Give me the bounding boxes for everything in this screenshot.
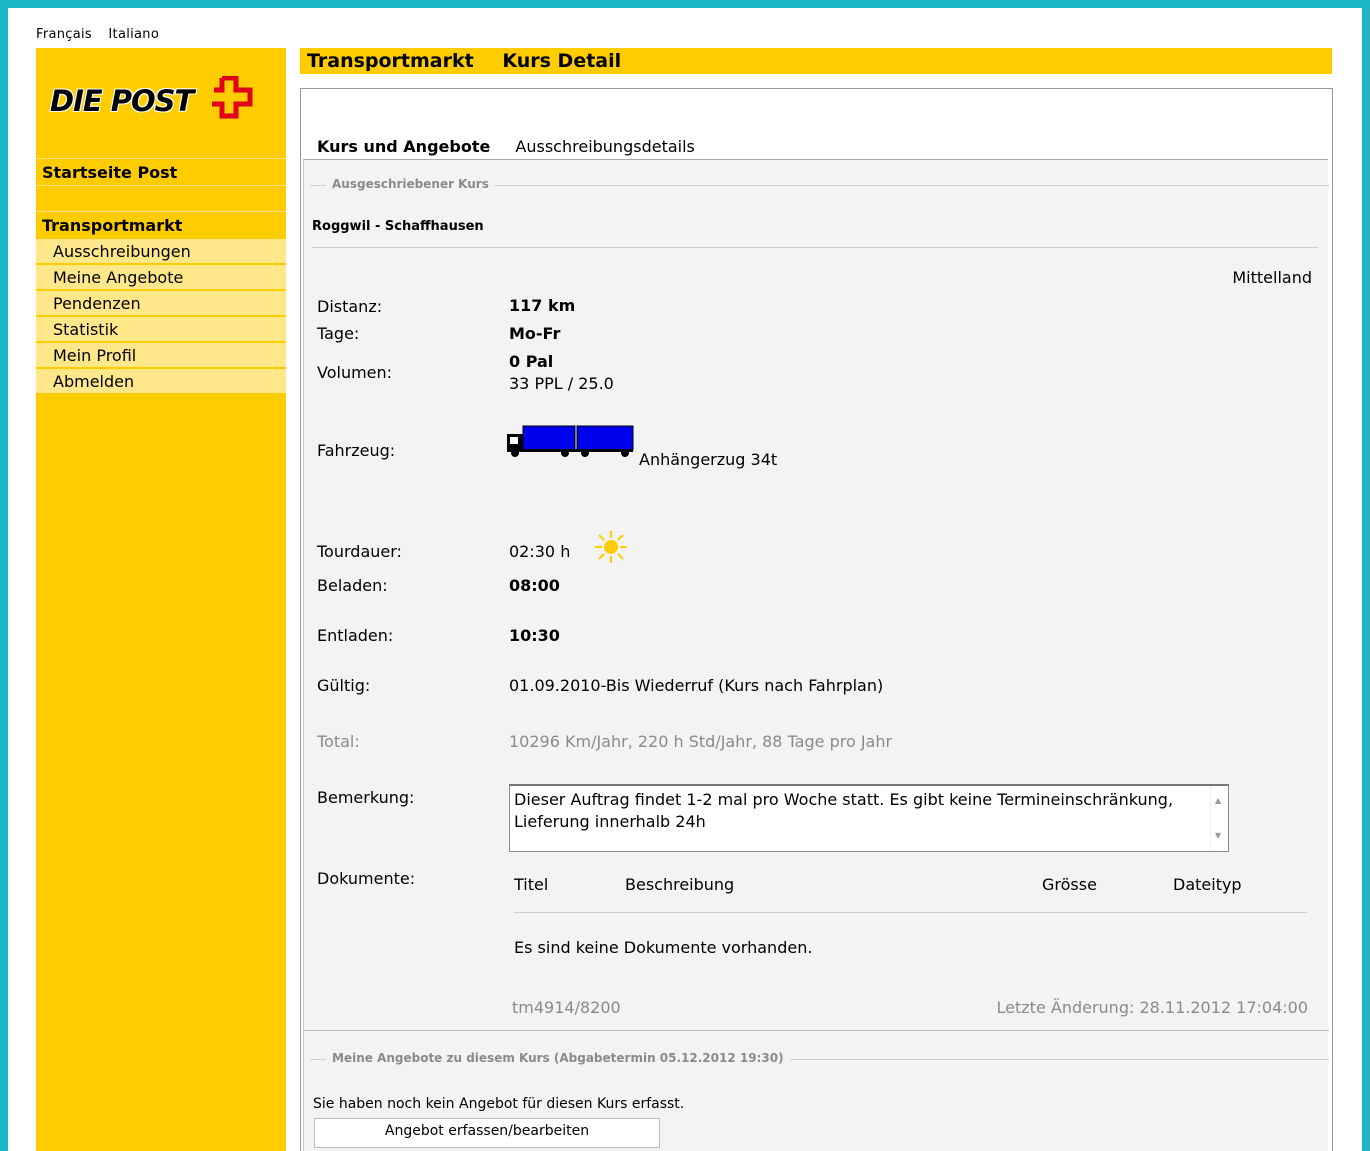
doc-header-divider xyxy=(514,912,1307,913)
language-switcher: Français Italiano xyxy=(36,27,171,42)
scroll-down-icon[interactable]: ▼ xyxy=(1215,825,1221,847)
truck-trailer-icon xyxy=(507,425,634,457)
route-name: Roggwil - Schaffhausen xyxy=(312,219,484,234)
scroll-up-icon[interactable]: ▲ xyxy=(1215,790,1221,812)
tab-ausschreibungsdetails[interactable]: Ausschreibungsdetails xyxy=(515,137,694,156)
bemerkung-text: Dieser Auftrag findet 1-2 mal pro Woche … xyxy=(514,790,1174,831)
beladen-label: Beladen: xyxy=(317,576,388,595)
tourdauer-value: 02:30 h xyxy=(509,542,571,561)
nav-item-mein-profil[interactable]: Mein Profil xyxy=(36,343,286,368)
kurs-fieldset-legend: Ausgeschriebener Kurs xyxy=(304,175,1329,195)
sidebar: DIE POST Startseite Post Transportmarkt … xyxy=(36,48,286,1151)
gueltig-label: Gültig: xyxy=(317,676,371,695)
tab-kurs-und-angebote[interactable]: Kurs und Angebote xyxy=(317,137,490,156)
total-label: Total: xyxy=(317,732,360,751)
bemerkung-label: Bemerkung: xyxy=(317,788,415,807)
nav-item-meine-angebote[interactable]: Meine Angebote xyxy=(36,265,286,290)
doc-col-dateityp: Dateityp xyxy=(1173,875,1242,894)
logo-text: DIE POST xyxy=(50,84,194,118)
lang-french-link[interactable]: Français xyxy=(36,27,92,42)
title-transportmarkt: Transportmarkt xyxy=(307,50,474,72)
fahrzeug-value: Anhängerzug 34t xyxy=(639,450,778,469)
gueltig-value: 01.09.2010-Bis Wiederruf (Kurs nach Fahr… xyxy=(509,676,884,695)
title-kurs-detail: Kurs Detail xyxy=(502,50,622,72)
swiss-cross-icon xyxy=(212,76,253,119)
nav-section-transportmarkt[interactable]: Transportmarkt xyxy=(36,211,286,237)
entladen-value: 10:30 xyxy=(509,626,560,645)
angebote-fieldset-legend: Meine Angebote zu diesem Kurs (Abgabeter… xyxy=(304,1049,1329,1069)
textarea-scrollbar[interactable]: ▲ ▼ xyxy=(1210,786,1228,851)
nav-item-statistik[interactable]: Statistik xyxy=(36,317,286,342)
page-title: Transportmarkt Kurs Detail xyxy=(300,48,1332,74)
last-change: Letzte Änderung: 28.11.2012 17:04:00 xyxy=(996,998,1308,1017)
doc-col-groesse: Grösse xyxy=(1042,875,1097,894)
tourdauer-label: Tourdauer: xyxy=(317,542,402,561)
nav-item-pendenzen[interactable]: Pendenzen xyxy=(36,291,286,316)
beladen-value: 08:00 xyxy=(509,576,560,595)
route-divider xyxy=(312,247,1318,248)
tab-bar: Kurs und Angebote Ausschreibungsdetails xyxy=(317,137,715,156)
tab-content: Ausgeschriebener Kurs Roggwil - Schaffha… xyxy=(303,159,1329,1151)
nav-item-abmelden[interactable]: Abmelden xyxy=(36,369,286,394)
tage-label: Tage: xyxy=(317,324,360,343)
bemerkung-textarea[interactable]: Dieser Auftrag findet 1-2 mal pro Woche … xyxy=(509,784,1229,852)
no-offer-text: Sie haben noch kein Angebot für diesen K… xyxy=(313,1096,685,1112)
section-divider xyxy=(304,1030,1329,1031)
volumen-label: Volumen: xyxy=(317,363,393,382)
doc-col-beschreibung: Beschreibung xyxy=(625,875,735,894)
kurs-reference: tm4914/8200 xyxy=(512,998,621,1017)
detail-panel: Kurs und Angebote Ausschreibungsdetails … xyxy=(300,88,1333,1151)
kurs-legend-text: Ausgeschriebener Kurs xyxy=(326,177,495,191)
nav-item-ausschreibungen[interactable]: Ausschreibungen xyxy=(36,239,286,264)
angebot-erfassen-button[interactable]: Angebot erfassen/bearbeiten xyxy=(314,1118,660,1148)
volumen-value: 0 Pal xyxy=(509,352,554,371)
fahrzeug-label: Fahrzeug: xyxy=(317,441,396,460)
total-value: 10296 Km/Jahr, 220 h Std/Jahr, 88 Tage p… xyxy=(509,732,893,751)
sun-icon xyxy=(595,531,627,563)
post-logo[interactable]: DIE POST xyxy=(50,70,270,130)
tage-value: Mo-Fr xyxy=(509,324,561,343)
nav-spacer xyxy=(36,185,286,209)
dokumente-label: Dokumente: xyxy=(317,869,416,888)
page-frame: Français Italiano DIE POST Startseite Po… xyxy=(8,8,1362,1151)
distanz-label: Distanz: xyxy=(317,297,383,316)
entladen-label: Entladen: xyxy=(317,626,394,645)
lang-italian-link[interactable]: Italiano xyxy=(108,27,159,42)
doc-empty-message: Es sind keine Dokumente vorhanden. xyxy=(514,938,813,957)
angebote-legend-text: Meine Angebote zu diesem Kurs (Abgabeter… xyxy=(326,1051,790,1065)
doc-col-titel: Titel xyxy=(514,875,549,894)
nav-home[interactable]: Startseite Post xyxy=(36,158,286,184)
region: Mittelland xyxy=(1232,268,1312,287)
distanz-value: 117 km xyxy=(509,296,576,315)
volumen-sub: 33 PPL / 25.0 xyxy=(509,374,614,393)
